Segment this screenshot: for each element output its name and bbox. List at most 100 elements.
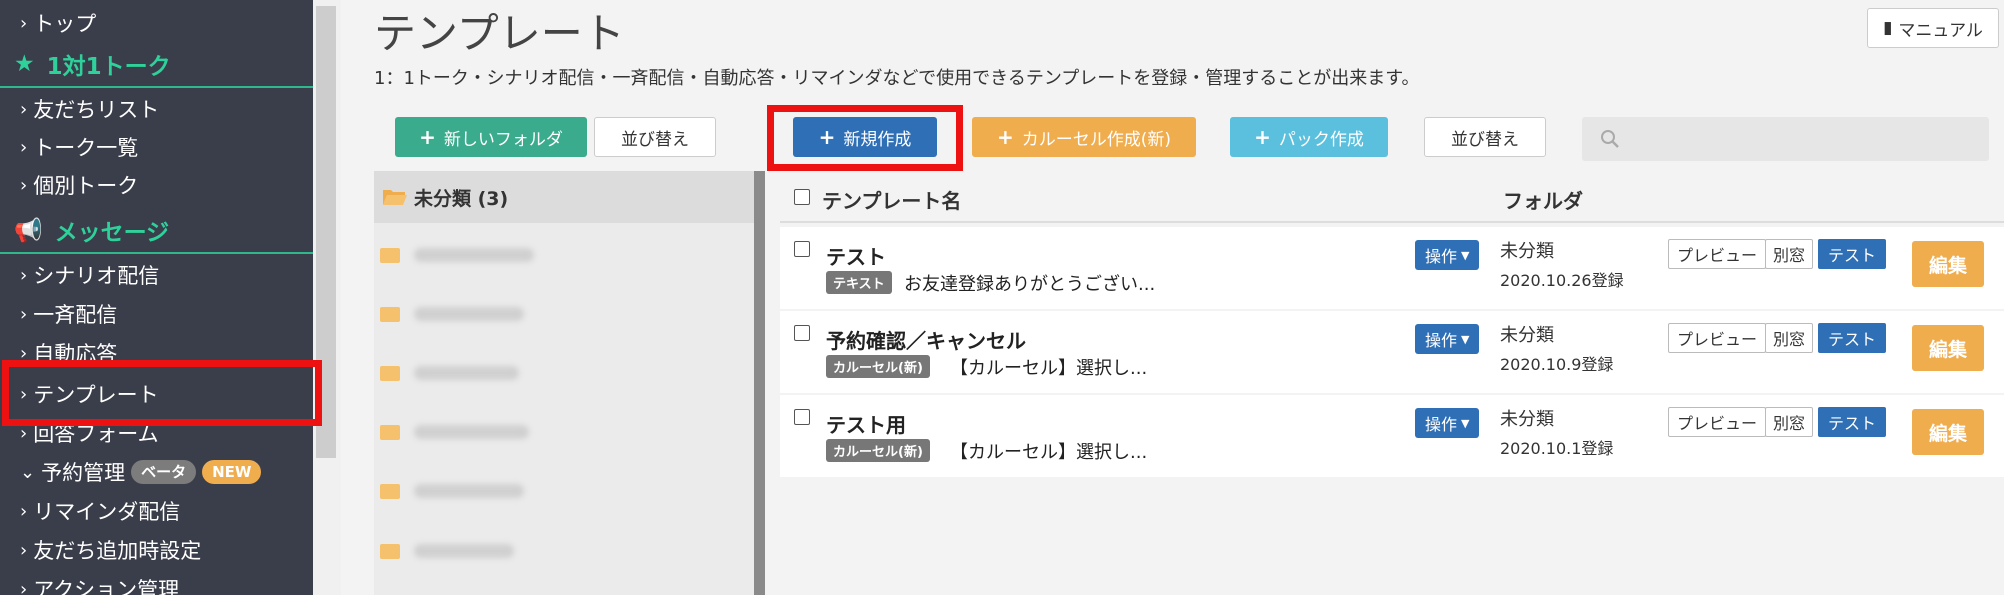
- preview-button[interactable]: プレビュー: [1668, 323, 1766, 353]
- template-title[interactable]: 予約確認／キャンセル: [826, 325, 1026, 354]
- sidebar-item-label: シナリオ配信: [33, 264, 160, 288]
- carousel-create-label: カルーセル作成(新): [1021, 129, 1172, 150]
- megaphone-icon: 📢: [14, 217, 43, 244]
- sidebar-item-label: 予約管理: [41, 461, 126, 485]
- preview-button[interactable]: プレビュー: [1668, 407, 1766, 437]
- sidebar-item-label: 一斉配信: [33, 303, 118, 327]
- folder-item[interactable]: [380, 240, 580, 270]
- sidebar-item-label: 友だちリスト: [33, 98, 160, 122]
- folder-item[interactable]: [380, 417, 580, 447]
- manual-label: マニュアル: [1898, 20, 1983, 41]
- highlight-frame-new-button: [767, 105, 963, 171]
- sort-folders-label: 並び替え: [621, 129, 689, 150]
- operate-label: 操作: [1425, 247, 1458, 266]
- sidebar-item-label: 個別トーク: [33, 174, 139, 198]
- blurred-folder-name: [414, 425, 529, 439]
- template-title[interactable]: テスト用: [826, 409, 906, 438]
- panel-resize-handle[interactable]: [754, 171, 765, 595]
- folder-item[interactable]: [380, 476, 580, 506]
- manual-button[interactable]: ▮ マニュアル: [1867, 8, 1999, 48]
- chevron-right-icon: ›: [20, 539, 28, 561]
- blurred-folder-name: [414, 366, 519, 380]
- chevron-right-icon: ›: [20, 578, 28, 595]
- select-all-checkbox[interactable]: [794, 189, 810, 205]
- operate-label: 操作: [1425, 331, 1458, 350]
- edit-button[interactable]: 編集: [1912, 241, 1984, 287]
- new-folder-button[interactable]: + 新しいフォルダ: [395, 117, 587, 157]
- popup-window-button[interactable]: 別窓: [1765, 239, 1813, 269]
- page-description: 1：1トーク・シナリオ配信・一斉配信・自動応答・リマインダなどで使用できるテンプ…: [374, 68, 1420, 89]
- operate-dropdown-button[interactable]: 操作 ▼: [1415, 324, 1480, 354]
- column-template-name: テンプレート名: [822, 189, 962, 213]
- app-root: { "sidebar": { "items": [ {"label": "トップ…: [0, 0, 2004, 595]
- operate-dropdown-button[interactable]: 操作 ▼: [1415, 240, 1480, 270]
- sidebar-item-friends-list[interactable]: › 友だちリスト: [0, 90, 313, 128]
- sidebar-item-reservation[interactable]: ⌄ 予約管理 ベータ NEW: [0, 453, 313, 491]
- row-checkbox[interactable]: [794, 241, 810, 257]
- folder-item[interactable]: [380, 536, 580, 566]
- template-table-header: テンプレート名 フォルダ: [780, 171, 2004, 223]
- plus-icon: +: [419, 125, 436, 149]
- template-row: 予約確認／キャンセル カルーセル(新) 【カルーセル】選択し... 操作 ▼ 未分…: [780, 311, 2004, 393]
- template-title[interactable]: テスト: [826, 241, 886, 270]
- sidebar-item-friend-add-settings[interactable]: › 友だち追加時設定: [0, 531, 313, 569]
- operate-label: 操作: [1425, 415, 1458, 434]
- sidebar-item-action-management[interactable]: › アクション管理: [0, 570, 313, 595]
- sort-templates-button[interactable]: 並び替え: [1424, 117, 1546, 157]
- test-button[interactable]: テスト: [1818, 407, 1886, 437]
- new-badge: NEW: [202, 460, 262, 484]
- sidebar-section-message: 📢 メッセージ: [0, 208, 313, 254]
- carousel-create-button[interactable]: + カルーセル作成(新): [972, 117, 1196, 157]
- template-type-badge: カルーセル(新): [826, 439, 930, 462]
- template-row: テスト テキスト お友達登録ありがとうござい... 操作 ▼ 未分類 2020.1…: [780, 227, 2004, 309]
- plus-icon: +: [1254, 125, 1271, 149]
- test-button[interactable]: テスト: [1818, 239, 1886, 269]
- sidebar-item-talk-list[interactable]: › トーク一覧: [0, 128, 313, 166]
- preview-button[interactable]: プレビュー: [1668, 239, 1766, 269]
- open-folder-icon: [383, 190, 407, 205]
- row-checkbox[interactable]: [794, 409, 810, 425]
- search-input[interactable]: [1582, 117, 1989, 161]
- folder-icon: [380, 483, 400, 499]
- row-checkbox[interactable]: [794, 325, 810, 341]
- template-registered-date: 2020.10.1登録: [1500, 439, 1614, 458]
- sidebar-item-individual-talk[interactable]: › 個別トーク: [0, 166, 313, 204]
- folder-icon: [380, 543, 400, 559]
- folder-item[interactable]: [380, 358, 580, 388]
- folder-item[interactable]: [380, 299, 580, 329]
- sidebar-item-reminder[interactable]: › リマインダ配信: [0, 492, 313, 530]
- sidebar-item-top[interactable]: › トップ: [0, 4, 313, 42]
- template-registered-date: 2020.10.26登録: [1500, 271, 1624, 290]
- edit-button[interactable]: 編集: [1912, 325, 1984, 371]
- sort-folders-button[interactable]: 並び替え: [594, 117, 716, 157]
- operate-dropdown-button[interactable]: 操作 ▼: [1415, 408, 1480, 438]
- highlight-frame-template-menu: [2, 360, 322, 426]
- chevron-right-icon: ›: [20, 98, 28, 120]
- column-folder: フォルダ: [1503, 189, 1583, 213]
- folder-icon: [380, 365, 400, 381]
- popup-window-button[interactable]: 別窓: [1765, 407, 1813, 437]
- folder-icon: [380, 424, 400, 440]
- template-folder: 未分類: [1500, 409, 1554, 430]
- template-folder: 未分類: [1500, 325, 1554, 346]
- folder-uncategorized[interactable]: 未分類 (3): [374, 171, 754, 223]
- sidebar-item-broadcast[interactable]: › 一斉配信: [0, 295, 313, 333]
- chevron-right-icon: ›: [20, 12, 28, 34]
- sidebar-item-label: アクション管理: [33, 578, 180, 595]
- chevron-down-icon: ⌄: [20, 461, 36, 483]
- blurred-folder-name: [414, 307, 524, 321]
- template-preview-text: 【カルーセル】選択し...: [950, 442, 1148, 463]
- chevron-right-icon: ›: [20, 174, 28, 196]
- sidebar-item-label: リマインダ配信: [33, 500, 181, 524]
- plus-icon: +: [996, 125, 1014, 149]
- popup-window-button[interactable]: 別窓: [1765, 323, 1813, 353]
- sidebar-item-scenario[interactable]: › シナリオ配信: [0, 256, 313, 294]
- page-title: テンプレート: [374, 9, 625, 58]
- chevron-right-icon: ›: [20, 303, 28, 325]
- chevron-right-icon: ›: [20, 264, 28, 286]
- blurred-folder-name: [414, 248, 534, 262]
- folder-icon: [380, 247, 400, 263]
- edit-button[interactable]: 編集: [1912, 409, 1984, 455]
- test-button[interactable]: テスト: [1818, 323, 1886, 353]
- pack-create-button[interactable]: + パック作成: [1230, 117, 1388, 157]
